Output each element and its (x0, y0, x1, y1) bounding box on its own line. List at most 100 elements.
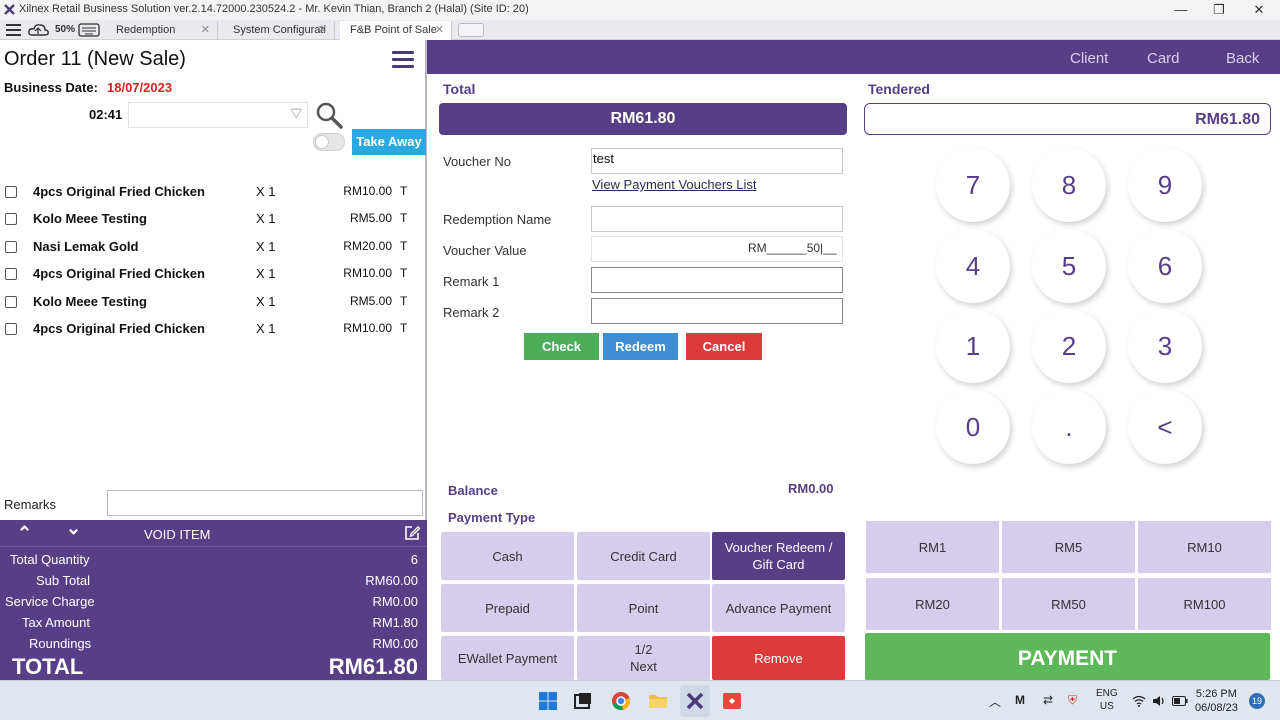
quick-amount-rm5[interactable]: RM5 (1002, 521, 1135, 573)
item-price: RM5.00 (349, 294, 392, 308)
item-checkbox[interactable] (5, 186, 17, 198)
windows-start-icon[interactable] (538, 691, 558, 711)
tab-system-configuration[interactable]: System Configurati ✕ (223, 21, 335, 40)
numpad-key-9[interactable]: 9 (1128, 148, 1202, 222)
payment-type-ewallet[interactable]: EWallet Payment (441, 636, 574, 680)
close-tab-icon[interactable]: ✕ (318, 21, 327, 39)
list-item[interactable]: 4pcs Original Fried Chicken X 1 RM10.00 … (0, 261, 425, 288)
taskbar-clock[interactable]: 5:26 PM 06/08/23 (1195, 687, 1238, 715)
payment-type-prepaid[interactable]: Prepaid (441, 584, 574, 632)
keyboard-icon[interactable] (78, 23, 100, 37)
close-window-button[interactable]: ✕ (1244, 1, 1274, 19)
cloud-sync-icon[interactable] (27, 22, 51, 38)
close-tab-icon[interactable]: ✕ (435, 21, 444, 39)
show-hidden-icons[interactable]: ︿ (989, 693, 1001, 710)
tab-redemption[interactable]: Redemption ✕ (106, 21, 218, 40)
numpad-key-0[interactable]: 0 (936, 390, 1010, 464)
remove-payment-button[interactable]: Remove (712, 636, 845, 680)
numpad-key-5[interactable]: 5 (1032, 229, 1106, 303)
wifi-icon[interactable] (1132, 695, 1146, 707)
quick-amount-rm10[interactable]: RM10 (1138, 521, 1271, 573)
quick-amount-rm1[interactable]: RM1 (866, 521, 999, 573)
input-language[interactable]: ENG US (1096, 687, 1118, 713)
payment-type-advance-payment[interactable]: Advance Payment (712, 584, 845, 632)
list-item[interactable]: Nasi Lemak Gold X 1 RM20.00 T (0, 234, 425, 261)
item-checkbox[interactable] (5, 296, 17, 308)
menu-icon[interactable] (6, 24, 21, 36)
scroll-down-button[interactable]: ⌄ (66, 518, 81, 539)
network-sync-icon[interactable]: ⇄ (1043, 693, 1053, 707)
taskbar-time: 5:26 PM (1195, 688, 1237, 700)
chrome-icon[interactable] (611, 691, 631, 711)
payment-type-cash[interactable]: Cash (441, 532, 574, 580)
remark-2-input[interactable] (591, 298, 843, 324)
minimize-button[interactable]: — (1166, 1, 1196, 19)
payment-type-point[interactable]: Point (577, 584, 710, 632)
client-button[interactable]: Client (1070, 50, 1108, 67)
quick-amount-rm20[interactable]: RM20 (866, 578, 999, 630)
item-price: RM10.00 (343, 184, 392, 198)
language-code: ENG (1096, 688, 1118, 699)
numpad-key-backspace[interactable]: < (1128, 390, 1202, 464)
voucher-no-input[interactable] (591, 148, 843, 174)
scroll-up-button[interactable]: ⌃ (17, 523, 32, 544)
order-menu-icon[interactable] (392, 51, 414, 69)
remarks-input[interactable] (107, 490, 423, 516)
task-view-icon[interactable] (573, 691, 593, 711)
payment-type-credit-card[interactable]: Credit Card (577, 532, 710, 580)
close-tab-icon[interactable]: ✕ (201, 21, 210, 39)
file-explorer-icon[interactable] (648, 691, 668, 711)
payment-type-voucher-redeem[interactable]: Voucher Redeem / Gift Card (712, 532, 845, 580)
edit-icon[interactable] (403, 524, 421, 542)
window-title: Xilnex Retail Business Solution ver.2.14… (19, 3, 529, 15)
item-checkbox[interactable] (5, 241, 17, 253)
numpad-key-8[interactable]: 8 (1032, 148, 1106, 222)
payment-button[interactable]: PAYMENT (865, 633, 1270, 680)
notification-badge[interactable]: 19 (1249, 693, 1265, 709)
numpad-key-6[interactable]: 6 (1128, 229, 1202, 303)
card-button[interactable]: Card (1147, 50, 1180, 67)
quick-amount-rm50[interactable]: RM50 (1002, 578, 1135, 630)
maximize-button[interactable]: ❐ (1204, 1, 1234, 19)
item-price: RM20.00 (343, 239, 392, 253)
numpad-key-decimal[interactable]: . (1032, 390, 1106, 464)
take-away-toggle[interactable] (313, 133, 345, 151)
security-tray-icon[interactable]: ⛨ (1068, 693, 1077, 708)
volume-icon[interactable] (1152, 695, 1166, 707)
filter-icon[interactable]: ⛛ (290, 106, 303, 124)
remark-1-input[interactable] (591, 267, 843, 293)
tray-app-icon[interactable]: M (1015, 693, 1025, 707)
quick-amount-rm100[interactable]: RM100 (1138, 578, 1271, 630)
numpad-key-2[interactable]: 2 (1032, 309, 1106, 383)
anydesk-icon[interactable] (722, 691, 742, 711)
numpad-key-4[interactable]: 4 (936, 229, 1010, 303)
new-tab-button[interactable] (458, 23, 484, 37)
list-item[interactable]: 4pcs Original Fried Chicken X 1 RM10.00 … (0, 179, 425, 206)
list-item[interactable]: Kolo Meee Testing X 1 RM5.00 T (0, 289, 425, 316)
cancel-button[interactable]: Cancel (686, 333, 762, 360)
search-icon[interactable] (314, 100, 344, 130)
tab-fnb-point-of-sale[interactable]: F&B Point of Sale ✕ (340, 21, 452, 40)
xilnex-app-icon[interactable] (685, 691, 705, 711)
redemption-name-input[interactable] (591, 206, 843, 232)
void-item-button[interactable]: VOID ITEM (144, 527, 210, 542)
numpad-key-7[interactable]: 7 (936, 148, 1010, 222)
view-vouchers-list-link[interactable]: View Payment Vouchers List (592, 177, 757, 192)
take-away-button[interactable]: Take Away (352, 129, 426, 155)
payment-types-next-page[interactable]: 1/2 Next (577, 636, 710, 680)
list-item[interactable]: 4pcs Original Fried Chicken X 1 RM10.00 … (0, 316, 425, 343)
total-amount: RM61.80 (439, 103, 847, 135)
item-checkbox[interactable] (5, 268, 17, 280)
item-checkbox[interactable] (5, 213, 17, 225)
tendered-amount-field[interactable]: RM61.80 (864, 103, 1271, 135)
numpad-key-3[interactable]: 3 (1128, 309, 1202, 383)
redeem-button[interactable]: Redeem (603, 333, 678, 360)
item-search-input[interactable]: ⛛ (128, 102, 308, 128)
check-button[interactable]: Check (524, 333, 599, 360)
list-item[interactable]: Kolo Meee Testing X 1 RM5.00 T (0, 206, 425, 233)
item-checkbox[interactable] (5, 323, 17, 335)
back-button[interactable]: Back (1226, 50, 1259, 67)
summary-value: RM0.00 (372, 594, 418, 609)
battery-icon[interactable] (1172, 696, 1188, 706)
numpad-key-1[interactable]: 1 (936, 309, 1010, 383)
